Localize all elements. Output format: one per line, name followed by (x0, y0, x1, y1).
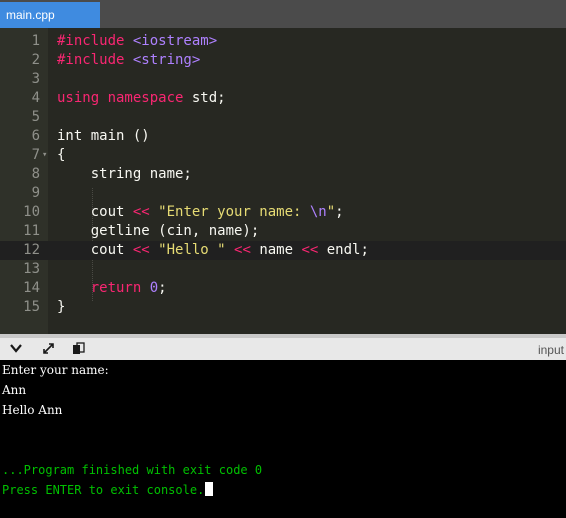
code-token: \n (309, 204, 327, 220)
console-text: ...Program finished with exit code 0 (2, 463, 263, 477)
code-token: <string> (132, 52, 201, 68)
line-number: 5 (31, 109, 40, 125)
line-number: 8 (31, 166, 40, 182)
code-line[interactable]: 12 cout << "Hello " << name << endl; (0, 241, 566, 260)
console-text: Ann (2, 383, 27, 397)
code-text: int main () (57, 127, 150, 146)
line-number: 14 (23, 280, 40, 296)
code-line[interactable]: 15} (0, 298, 566, 317)
console-text: Hello Ann (2, 403, 63, 417)
code-token: "Hello " (158, 242, 226, 258)
code-token: cout (57, 242, 133, 258)
chevron-down-icon[interactable] (10, 342, 22, 359)
line-number: 12 (23, 242, 40, 258)
code-text: cout << "Hello " << name << endl; (57, 241, 369, 260)
code-token: } (57, 299, 66, 315)
line-number: 15 (23, 299, 40, 315)
code-text: } (57, 298, 65, 317)
copy-icon[interactable] (72, 342, 85, 360)
code-text: string name; (57, 165, 192, 184)
console-text: Enter your name: (2, 363, 109, 377)
code-token: getline (cin, name); (57, 223, 260, 239)
code-line[interactable]: 6 int main () (0, 127, 566, 146)
code-line[interactable]: 4 using namespace std; (0, 89, 566, 108)
tab-main-cpp[interactable]: main.cpp (0, 2, 100, 28)
code-token: std; (191, 90, 226, 106)
code-text: { (57, 146, 65, 165)
code-token: << (234, 242, 251, 258)
console-line: Enter your name: (2, 360, 109, 380)
code-token: string name; (57, 166, 192, 182)
code-token: int main () (57, 128, 150, 144)
code-line[interactable]: 7 ▾ { (0, 146, 566, 165)
code-token: "Enter your name: (158, 204, 310, 220)
code-line[interactable]: 5 (0, 108, 566, 127)
code-token: name (250, 242, 302, 258)
code-editor[interactable]: 1 #include <iostream> 2 #include <string> 3 4… (0, 28, 566, 334)
code-token: 0 (149, 280, 159, 296)
code-text: return 0; (57, 279, 167, 298)
console-line: Press ENTER to exit console. (2, 480, 214, 500)
code-token: cout (57, 204, 133, 220)
line-number: 2 (31, 52, 40, 68)
code-token: " (326, 204, 336, 220)
code-line[interactable]: 8 string name; (0, 165, 566, 184)
console-line: ...Program finished with exit code 0 (2, 460, 262, 480)
code-text: #include <string> (57, 51, 200, 70)
code-token: ; (158, 280, 167, 296)
expand-icon[interactable] (42, 342, 55, 360)
code-token: << (132, 242, 150, 258)
line-number: 1 (31, 33, 40, 49)
input-label[interactable]: input (538, 342, 564, 358)
code-token: #include (57, 33, 133, 49)
line-number: 10 (23, 204, 40, 220)
code-line[interactable]: 14 return 0; (0, 279, 566, 298)
line-number: 4 (31, 90, 40, 106)
code-token: { (57, 147, 66, 163)
code-token: endl; (318, 242, 369, 258)
tab-bar: main.cpp (0, 0, 566, 29)
fold-toggle-icon[interactable]: ▾ (42, 146, 50, 165)
code-line[interactable]: 9 (0, 184, 566, 203)
code-line[interactable]: 3 (0, 70, 566, 89)
code-token: << (301, 242, 319, 258)
code-token: ; (335, 204, 344, 220)
code-line[interactable]: 1 #include <iostream> (0, 32, 566, 51)
console-line: Ann (2, 380, 26, 400)
console-line: Hello Ann (2, 400, 62, 420)
line-number: 7 (31, 147, 40, 163)
line-number: 11 (23, 223, 40, 239)
code-token: #include (57, 52, 133, 68)
console-output[interactable]: Enter your name: Ann Hello Ann ...Program f… (0, 360, 566, 518)
code-text: getline (cin, name); (57, 222, 260, 241)
code-line[interactable]: 11 getline (cin, name); (0, 222, 566, 241)
line-number: 3 (31, 71, 40, 87)
code-line[interactable]: 10 cout << "Enter your name: \n"; (0, 203, 566, 222)
code-token: << (132, 204, 150, 220)
code-token: return (90, 280, 150, 296)
code-line[interactable]: 2 #include <string> (0, 51, 566, 70)
code-token: <iostream> (132, 33, 218, 49)
code-line[interactable]: 13 (0, 260, 566, 279)
code-token: using namespace (57, 90, 192, 106)
code-text: using namespace std; (57, 89, 226, 108)
line-number: 13 (23, 261, 40, 277)
console-text: Press ENTER to exit console. (2, 483, 205, 497)
console-toolbar: input (0, 334, 566, 360)
line-number: 9 (31, 185, 40, 201)
code-text: cout << "Enter your name: \n"; (57, 203, 344, 222)
code-text: #include <iostream> (57, 32, 217, 51)
text-cursor (205, 482, 214, 496)
line-number: 6 (31, 128, 40, 144)
